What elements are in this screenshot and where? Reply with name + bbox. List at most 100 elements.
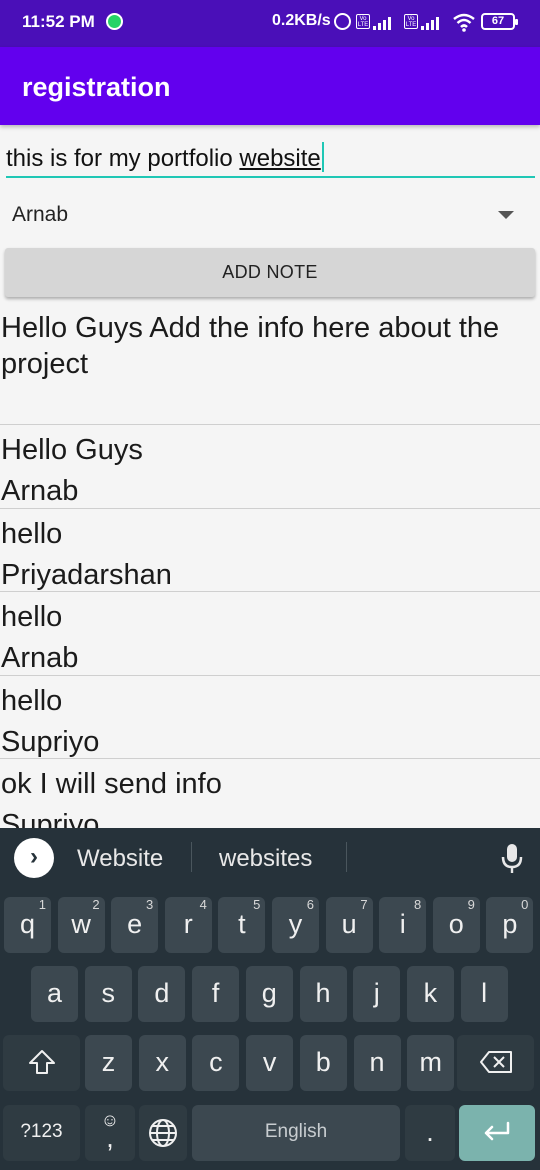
- key-x[interactable]: x: [138, 1035, 186, 1091]
- key-g[interactable]: g: [245, 966, 293, 1022]
- list-item[interactable]: Hello Guys Arnab: [0, 424, 540, 508]
- key-hint: 7: [360, 897, 368, 912]
- key-i[interactable]: i8: [379, 897, 427, 953]
- key-j[interactable]: j: [353, 966, 401, 1022]
- key-t[interactable]: t5: [218, 897, 266, 953]
- key-f[interactable]: f: [192, 966, 240, 1022]
- signal-sim2-icon: Vo LTE: [404, 14, 444, 30]
- author-spinner[interactable]: Arnab: [0, 190, 540, 238]
- key-label: e: [127, 909, 143, 939]
- key-q[interactable]: q1: [4, 897, 51, 953]
- shift-icon: [28, 1050, 55, 1074]
- key-o[interactable]: o9: [432, 897, 480, 953]
- key-l[interactable]: l: [460, 966, 508, 1022]
- key-hint: 8: [413, 897, 422, 912]
- notes-list[interactable]: Hello Guys Arnab hello Priyadarshan hell…: [0, 424, 540, 828]
- key-hint: 3: [145, 897, 154, 912]
- list-item[interactable]: hello Arnab: [0, 591, 540, 675]
- wifi-icon: [453, 13, 475, 32]
- note-author: Arnab: [1, 642, 79, 674]
- suggestion-2[interactable]: websites: [219, 845, 312, 873]
- note-input[interactable]: this is for my portfolio website: [6, 138, 535, 178]
- note-message: Hello Guys: [1, 434, 143, 466]
- suggestion-1[interactable]: Website: [77, 845, 163, 873]
- note-author: Supriyo: [1, 725, 100, 758]
- key-e[interactable]: e3: [111, 897, 159, 953]
- note-input-text: this is for my portfolio: [6, 145, 240, 172]
- key-label: i: [399, 909, 406, 939]
- key-shift[interactable]: [3, 1035, 80, 1091]
- status-bar: 11:52 PM 0.2KB/s Vo LTE Vo LTE 67: [0, 0, 540, 47]
- alarm-icon: [334, 13, 351, 30]
- key-hint: 9: [467, 897, 475, 912]
- info-text: Hello Guys Add the info here about the p…: [1, 312, 500, 380]
- list-item[interactable]: hello Priyadarshan: [0, 507, 540, 592]
- app-bar: registration: [0, 47, 540, 125]
- key-label: p: [502, 909, 518, 939]
- suggestion-divider: [191, 842, 192, 872]
- key-c[interactable]: c: [192, 1035, 240, 1091]
- key-b[interactable]: b: [299, 1035, 347, 1091]
- key-z[interactable]: z: [85, 1035, 132, 1091]
- key-w[interactable]: w2: [57, 897, 105, 953]
- key-v[interactable]: v: [246, 1035, 294, 1091]
- key-p[interactable]: p0: [486, 897, 534, 953]
- key-hint: 0: [521, 897, 529, 912]
- key-k[interactable]: k: [406, 966, 454, 1022]
- key-d[interactable]: d: [138, 966, 186, 1022]
- key-h[interactable]: h: [299, 966, 347, 1022]
- whatsapp-notification-icon: [106, 13, 123, 30]
- text-cursor: [321, 142, 324, 172]
- list-item[interactable]: hello Supriyo: [0, 674, 540, 759]
- globe-icon: [149, 1119, 177, 1147]
- chevron-right-icon[interactable]: ›: [14, 838, 54, 878]
- add-note-button[interactable]: ADD NOTE: [5, 248, 535, 297]
- signal-sim1-icon: Vo LTE: [356, 14, 396, 30]
- key-r[interactable]: r4: [164, 897, 212, 953]
- key-label: t: [238, 909, 246, 939]
- list-item[interactable]: ok I will send info Supriyo: [0, 758, 540, 828]
- key-s[interactable]: s: [84, 966, 132, 1022]
- note-author: Priyadarshan: [1, 558, 172, 591]
- key-label: w: [71, 909, 91, 939]
- battery-icon: 67: [481, 13, 518, 30]
- key-space[interactable]: English: [192, 1105, 400, 1161]
- note-message: hello: [1, 517, 63, 550]
- key-n[interactable]: n: [353, 1035, 401, 1091]
- key-period[interactable]: .: [405, 1105, 455, 1161]
- spinner-selected-value: Arnab: [12, 203, 69, 226]
- key-label: o: [448, 909, 464, 939]
- key-label: u: [341, 909, 357, 939]
- key-a[interactable]: a: [31, 966, 78, 1022]
- key-label: r: [183, 909, 193, 939]
- note-message: ok I will send info: [1, 768, 222, 800]
- note-message: hello: [1, 684, 63, 717]
- key-label: q: [19, 909, 36, 939]
- note-author: Arnab: [1, 475, 79, 507]
- key-u[interactable]: u7: [325, 897, 373, 953]
- suggestion-divider: [346, 842, 347, 872]
- key-m[interactable]: m: [407, 1035, 455, 1091]
- key-enter[interactable]: [459, 1105, 535, 1161]
- status-time: 11:52 PM: [22, 12, 95, 31]
- key-label: y: [288, 909, 303, 939]
- key-comma-label: ,: [106, 1123, 114, 1153]
- key-hint: 1: [38, 897, 46, 912]
- key-backspace[interactable]: [457, 1035, 534, 1091]
- backspace-icon: [479, 1051, 512, 1073]
- key-symbols[interactable]: ?123: [3, 1105, 80, 1161]
- note-message: hello: [1, 601, 63, 633]
- note-author: Supriyo: [1, 809, 100, 828]
- microphone-icon[interactable]: [500, 843, 524, 875]
- suggestion-bar: › Website websites: [0, 828, 540, 888]
- key-comma[interactable]: ☺ ,: [85, 1105, 135, 1161]
- dropdown-arrow-icon: [498, 211, 514, 219]
- key-hint: 4: [199, 897, 207, 912]
- enter-icon: [484, 1121, 510, 1141]
- key-hint: 2: [92, 897, 100, 912]
- network-speed: 0.2KB/s: [272, 12, 331, 29]
- note-input-composing-word: website: [239, 145, 321, 172]
- key-language[interactable]: [139, 1105, 187, 1161]
- key-y[interactable]: y6: [272, 897, 319, 953]
- key-hint: 5: [253, 897, 261, 912]
